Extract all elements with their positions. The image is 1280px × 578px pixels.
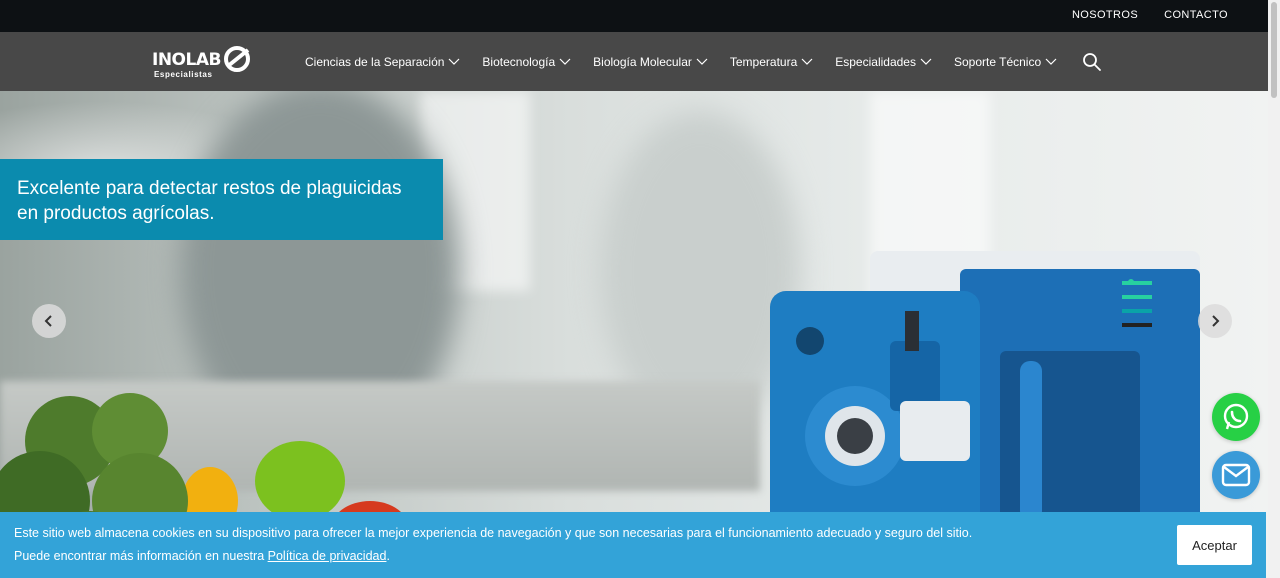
hero-caption-line2: en productos agrícolas. [17, 203, 215, 224]
slider-prev-button[interactable] [32, 304, 66, 338]
hero-caption: Excelente para detectar restos de plagui… [0, 159, 443, 240]
top-links: NOSOTROS CONTACTO [1072, 9, 1228, 21]
chevron-down-icon [559, 58, 571, 65]
top-bar: NOSOTROS CONTACTO [0, 0, 1268, 32]
inolab-logo[interactable]: INOLAB Especialistas [152, 42, 256, 82]
chevron-down-icon [801, 58, 813, 65]
chevron-down-icon [448, 58, 460, 65]
nav-item-temperatura[interactable]: Temperatura [730, 55, 813, 69]
chevron-right-icon [1212, 315, 1220, 327]
main-menu: Ciencias de la Separación Biotecnología … [305, 32, 1079, 91]
page-scrollbar[interactable] [1268, 0, 1280, 578]
logo-mark-icon [224, 46, 250, 72]
chevron-down-icon [696, 58, 708, 65]
nav-item-biotecnologia[interactable]: Biotecnología [482, 55, 571, 69]
slider-next-button[interactable] [1198, 304, 1232, 338]
whatsapp-icon [1223, 403, 1249, 430]
nav-item-label: Ciencias de la Separación [305, 54, 445, 69]
cookie-text-line2: Puede encontrar más información en nuest… [14, 549, 390, 563]
cookie-text-suffix: . [386, 549, 390, 563]
email-button[interactable] [1212, 451, 1260, 499]
logo-wordmark: INOLAB [152, 50, 221, 70]
nav-item-label: Biotecnología [482, 54, 556, 69]
privacy-policy-link[interactable]: Política de privacidad [268, 549, 387, 563]
mail-icon [1221, 463, 1251, 487]
contacto-link[interactable]: CONTACTO [1164, 9, 1228, 21]
mass-spectrometer-image [770, 251, 1200, 551]
chevron-down-icon [1045, 58, 1057, 65]
hero-slider: Excelente para detectar restos de plagui… [0, 91, 1268, 578]
chevron-down-icon [920, 58, 932, 65]
nosotros-link[interactable]: NOSOTROS [1072, 9, 1138, 21]
cookie-banner: Este sitio web almacena cookies en su di… [0, 512, 1266, 578]
nav-item-biologia-molecular[interactable]: Biología Molecular [593, 55, 708, 69]
nav-item-label: Temperatura [729, 54, 798, 69]
nav-item-label: Soporte Técnico [953, 54, 1042, 69]
cookie-text-prefix: Puede encontrar más información en nuest… [14, 549, 268, 563]
chevron-left-icon [44, 315, 52, 327]
nav-item-separacion[interactable]: Ciencias de la Separación [305, 55, 460, 69]
cookie-text-line1: Este sitio web almacena cookies en su di… [14, 526, 973, 540]
nav-item-especialidades[interactable]: Especialidades [835, 55, 932, 69]
main-navbar: INOLAB Especialistas Ciencias de la Sepa… [0, 32, 1268, 91]
whatsapp-button[interactable] [1212, 393, 1260, 441]
nav-item-label: Especialidades [835, 54, 916, 69]
nav-item-soporte-tecnico[interactable]: Soporte Técnico [954, 55, 1057, 69]
search-icon[interactable] [1082, 52, 1102, 72]
accept-cookies-button[interactable]: Aceptar [1177, 525, 1252, 565]
logo-tagline: Especialistas [154, 70, 213, 79]
nav-item-label: Biología Molecular [593, 54, 692, 69]
scrollbar-thumb[interactable] [1271, 2, 1277, 98]
hero-caption-line1: Excelente para detectar restos de plagui… [17, 178, 402, 199]
